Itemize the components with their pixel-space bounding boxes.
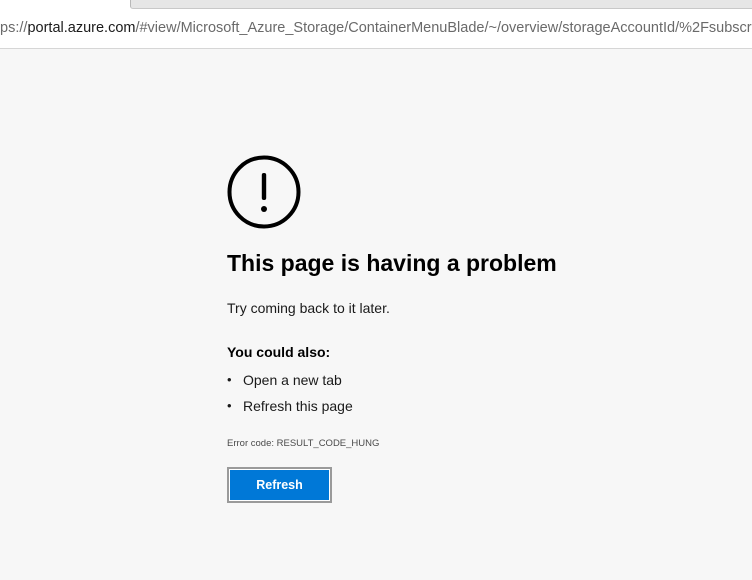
suggestion-refresh-page: Refresh this page [243, 398, 353, 414]
subtitle-text: Try coming back to it later. [227, 300, 390, 316]
browser-tab[interactable] [130, 0, 752, 9]
bullet: • [227, 398, 232, 413]
page-title: This page is having a problem [227, 250, 557, 276]
refresh-button[interactable]: Refresh [227, 467, 332, 503]
url-host: portal.azure.com [27, 20, 136, 36]
url-text[interactable]: ttps://portal.azure.com/#view/Microsoft_… [0, 20, 752, 36]
address-bar[interactable]: ttps://portal.azure.com/#view/Microsoft_… [0, 9, 752, 49]
error-code: Error code: RESULT_CODE_HUNG [227, 438, 380, 449]
list-item: • Open a new tab [227, 369, 353, 395]
error-content: This page is having a problem Try coming… [227, 155, 667, 503]
tab-strip [0, 0, 752, 9]
suggestion-list: • Open a new tab • Refresh this page [227, 369, 353, 421]
bullet: • [227, 372, 232, 387]
url-path: /#view/Microsoft_Azure_Storage/Container… [135, 20, 752, 36]
also-heading: You could also: [227, 344, 331, 360]
exclamation-circle-icon [227, 155, 301, 229]
suggestion-open-new-tab: Open a new tab [243, 372, 342, 388]
url-scheme: ttps:// [0, 20, 28, 36]
list-item: • Refresh this page [227, 395, 353, 421]
